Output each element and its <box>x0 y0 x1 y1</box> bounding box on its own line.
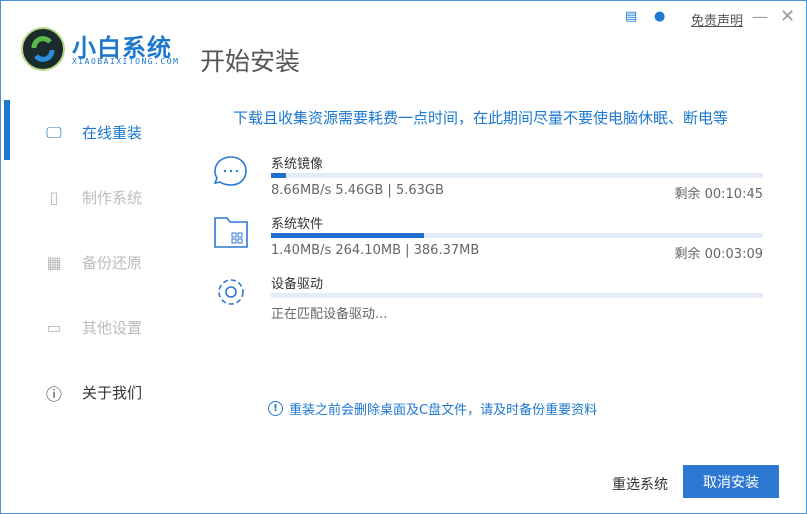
task-name: 系统镜像 <box>271 157 324 172</box>
task-stat: 8.66MB/s 5.46GB | 5.63GB <box>271 183 444 198</box>
backup-icon: ▦ <box>46 253 62 272</box>
close-button[interactable]: ✕ <box>780 6 795 27</box>
monitor-icon: 🖵 <box>46 122 62 142</box>
task-stat: 正在匹配设备驱动... <box>271 307 388 322</box>
notice-text: 下载且收集资源需要耗费一点时间，在此期间尽量不要使电脑休眠、断电等 <box>233 109 729 127</box>
sidebar-item-backup-restore[interactable]: ▦ 备份还原 <box>0 230 190 295</box>
logo-icon <box>21 27 65 71</box>
sidebar-item-make-system[interactable]: ▯ 制作系统 <box>0 165 190 230</box>
task-name: 设备驱动 <box>271 277 324 292</box>
sidebar-item-label: 关于我们 <box>82 384 143 402</box>
sidebar-item-label: 其他设置 <box>82 319 143 337</box>
progress-fill <box>271 233 424 238</box>
sidebar-item-about[interactable]: ⓘ 关于我们 <box>0 360 190 425</box>
warning-text: 重装之前会删除桌面及C盘文件，请及时备份重要资料 <box>289 403 598 418</box>
briefcase-icon: ▭ <box>46 318 62 337</box>
sidebar: 🖵 在线重装 ▯ 制作系统 ▦ 备份还原 ▭ 其他设置 ⓘ 关于我们 <box>0 100 190 425</box>
task-remaining: 剩余 00:10:45 <box>674 187 763 202</box>
chat-bubble-icon <box>213 156 247 186</box>
cancel-install-button[interactable]: 取消安装 <box>683 465 779 498</box>
progress-bar <box>271 293 763 298</box>
reselect-system-button[interactable]: 重选系统 <box>612 474 668 494</box>
feedback-icon[interactable]: ▤ <box>625 9 637 24</box>
sidebar-item-label: 制作系统 <box>82 189 143 207</box>
sidebar-item-label: 备份还原 <box>82 254 143 272</box>
brand-url: XIAOBAIXITONG.COM <box>72 57 180 66</box>
task-remaining: 剩余 00:03:09 <box>674 247 763 262</box>
gear-icon <box>218 279 244 305</box>
progress-bar <box>271 233 763 238</box>
sidebar-item-online-reinstall[interactable]: 🖵 在线重装 <box>0 100 190 165</box>
info-icon: ! <box>268 401 283 416</box>
progress-bar <box>271 173 763 178</box>
minimize-button[interactable]: — <box>752 7 768 26</box>
support-icon[interactable]: ● <box>654 9 665 24</box>
task-stat: 1.40MB/s 264.10MB | 386.37MB <box>271 243 480 258</box>
sidebar-item-label: 在线重装 <box>82 124 143 142</box>
info-icon: ⓘ <box>45 384 62 404</box>
task-name: 系统软件 <box>271 217 324 232</box>
sidebar-item-other-settings[interactable]: ▭ 其他设置 <box>0 295 190 360</box>
warning-message: ! 重装之前会删除桌面及C盘文件，请及时备份重要资料 <box>268 399 597 418</box>
usb-icon: ▯ <box>49 188 59 207</box>
progress-fill <box>271 173 286 178</box>
folder-icon <box>214 217 248 248</box>
page-title: 开始安装 <box>200 47 301 76</box>
disclaimer-link[interactable]: 免责声明 <box>691 10 743 29</box>
